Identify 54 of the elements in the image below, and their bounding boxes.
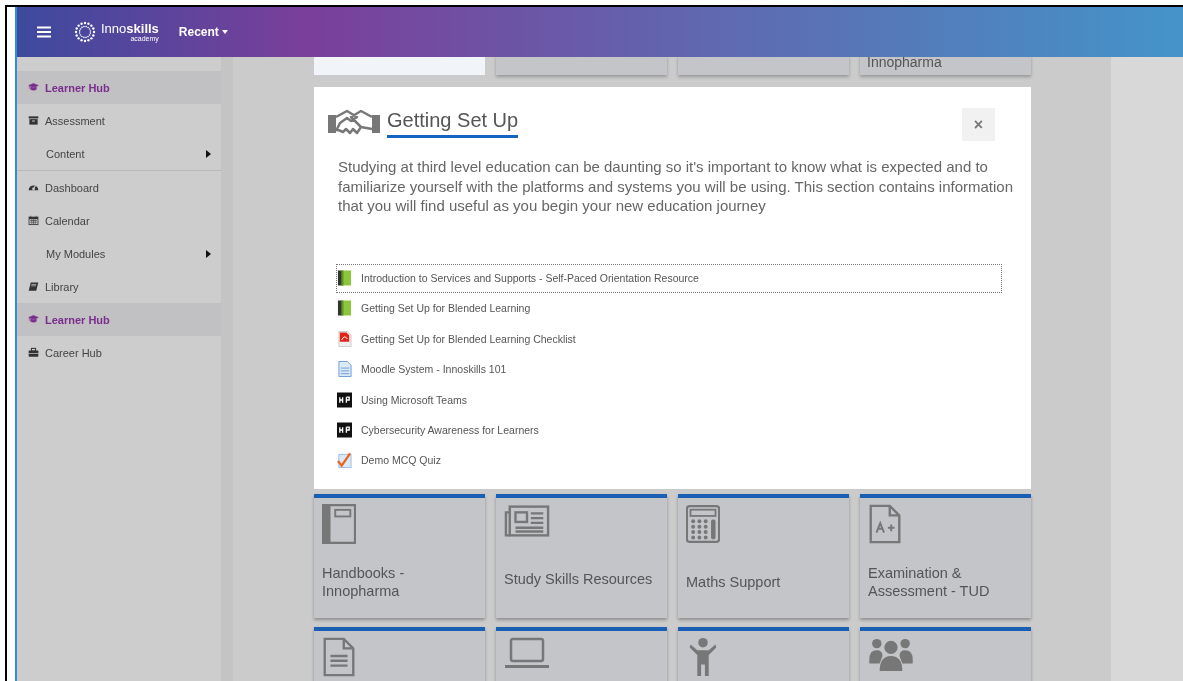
- sidebar-item[interactable]: My Modules: [17, 237, 221, 270]
- graduation-cap-icon: [28, 82, 39, 93]
- resource-link[interactable]: Getting Set Up for Blended Learning Checklist: [336, 324, 1002, 354]
- notebook-icon: [322, 504, 356, 544]
- book-icon: [337, 269, 352, 287]
- calculator-icon: [686, 504, 720, 544]
- tile[interactable]: [496, 55, 667, 75]
- caret-icon: [221, 30, 228, 34]
- resource-link[interactable]: Using Microsoft Teams: [336, 385, 1002, 415]
- resource-link[interactable]: Cybersecurity Awareness for Learners: [336, 415, 1002, 445]
- close-button[interactable]: ×: [962, 108, 995, 141]
- book-icon: [28, 281, 39, 292]
- document-icon: [322, 637, 356, 677]
- brand-name: Innoskills: [101, 22, 159, 35]
- sidebar-item[interactable]: Learner Hub: [17, 303, 221, 336]
- caret-icon: [206, 249, 211, 258]
- intro-paragraph: Studying at third level education can be daunting so it's important to know what is expected and to familiarize yourself with the platforms and systems you will be using. This section contains information that you will find useful as you begin your new education journey: [338, 157, 1014, 216]
- category-tile[interactable]: Handbooks - Innopharma: [314, 494, 485, 618]
- resource-link[interactable]: Moodle System - Innoskills 101: [336, 354, 1002, 384]
- h5p-icon: [337, 390, 352, 409]
- resource-link[interactable]: Getting Set Up for Blended Learning: [336, 293, 1002, 323]
- graded-document-icon: [868, 504, 902, 544]
- logo-icon: [73, 20, 97, 44]
- tile[interactable]: Innopharma: [860, 55, 1031, 75]
- recent-menu[interactable]: Recent: [178, 25, 228, 39]
- sidebar-item[interactable]: Dashboard: [17, 171, 221, 204]
- calendar-icon: [28, 215, 39, 226]
- quiz-icon: [337, 451, 352, 470]
- page-icon: [337, 360, 352, 379]
- category-tile[interactable]: Study Skills Resources: [496, 494, 667, 618]
- category-tile[interactable]: Examination & Assessment - TUD: [860, 494, 1031, 618]
- gauge-icon: [28, 182, 39, 193]
- resource-link[interactable]: Introduction to Services and Supports - Self-Paced Orientation Resource: [336, 263, 1002, 293]
- archive-icon: [28, 115, 39, 126]
- menu-icon[interactable]: [37, 26, 51, 38]
- category-tile[interactable]: Maths Support: [678, 494, 849, 618]
- briefcase-icon: [28, 347, 39, 358]
- graduation-cap-icon: [28, 314, 39, 325]
- resource-link[interactable]: Demo MCQ Quiz: [336, 445, 1002, 475]
- book-icon: [337, 299, 352, 318]
- tile[interactable]: [678, 55, 849, 75]
- sidebar-item[interactable]: Career Hub: [17, 336, 221, 369]
- modal-title: Getting Set Up: [387, 108, 519, 138]
- sidebar-item[interactable]: Learner Hub: [17, 71, 221, 104]
- group-icon: [868, 637, 914, 671]
- h5p-icon: [337, 420, 352, 439]
- sidebar-item[interactable]: Calendar: [17, 204, 221, 237]
- tile[interactable]: [314, 55, 485, 75]
- sidebar-item[interactable]: Library: [17, 270, 221, 303]
- caret-icon: [206, 149, 211, 158]
- sidebar-item[interactable]: Assessment: [17, 104, 221, 137]
- pdf-icon: [337, 329, 352, 348]
- laptop-icon: [504, 637, 550, 671]
- newspaper-icon: [504, 504, 550, 538]
